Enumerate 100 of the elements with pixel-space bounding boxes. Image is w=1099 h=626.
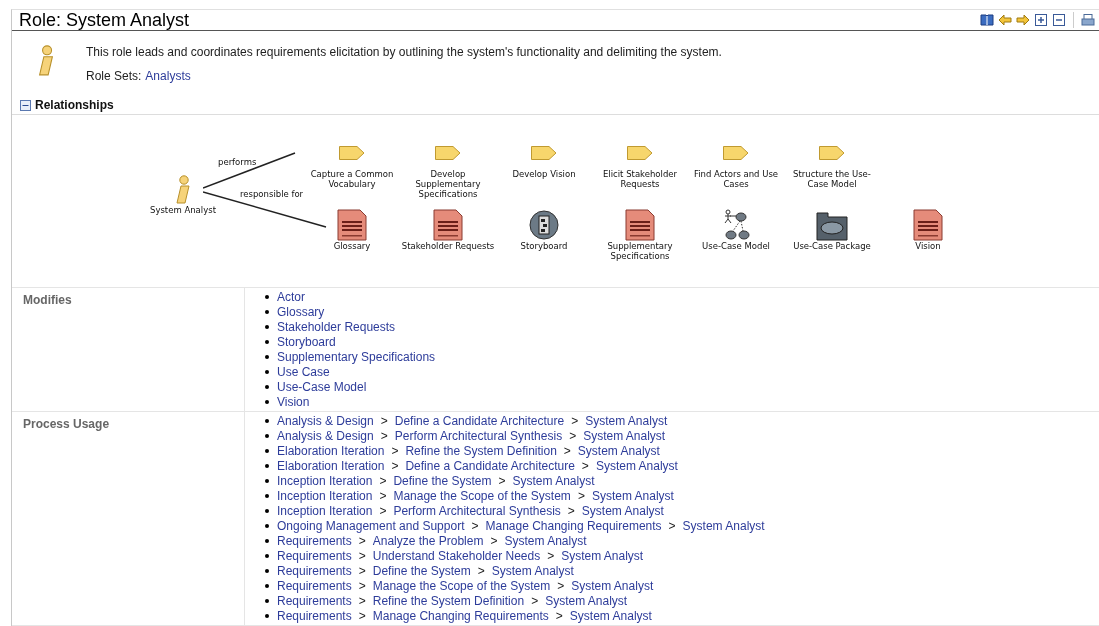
edge-label: performs [218, 157, 257, 167]
breadcrumb-link[interactable]: System Analyst [577, 443, 660, 458]
breadcrumb-link[interactable]: Analysis & Design [277, 428, 374, 443]
task-label[interactable]: Structure the Use-Case Model [784, 169, 880, 189]
bullet-icon [265, 354, 269, 359]
work-product-link[interactable]: Storyboard [277, 334, 336, 349]
breadcrumb-link[interactable]: System Analyst [595, 458, 678, 473]
bullet-icon [265, 384, 269, 389]
breadcrumb-link[interactable]: Inception Iteration [277, 488, 373, 503]
bullet-icon [265, 399, 269, 404]
task-label[interactable]: Find Actors and Use Cases [688, 169, 784, 189]
breadcrumb-link[interactable]: System Analyst [585, 413, 668, 428]
breadcrumb-link[interactable]: System Analyst [682, 518, 765, 533]
breadcrumb-separator: > [567, 503, 575, 518]
breadcrumb-separator: > [571, 413, 579, 428]
breadcrumb-separator: > [358, 548, 366, 563]
breadcrumb-separator: > [547, 548, 555, 563]
back-arrow-icon[interactable] [998, 13, 1012, 27]
breadcrumb-link[interactable]: Perform Architectural Synthesis [393, 503, 561, 518]
breadcrumb-link[interactable]: Manage the Scope of the System [393, 488, 571, 503]
document-icon[interactable] [912, 209, 944, 241]
breadcrumb-link[interactable]: System Analyst [504, 533, 587, 548]
collapse-all-icon[interactable] [1052, 13, 1066, 27]
breadcrumb-link[interactable]: Requirements [277, 593, 352, 608]
breadcrumb-link[interactable]: Understand Stakeholder Needs [372, 548, 541, 563]
task-icon[interactable] [435, 146, 461, 160]
breadcrumb-link[interactable]: Manage Changing Requirements [372, 608, 549, 623]
breadcrumb-separator: > [358, 608, 366, 623]
task-icon[interactable] [819, 146, 845, 160]
breadcrumb-link[interactable]: Define the System [372, 563, 471, 578]
breadcrumb-link[interactable]: System Analyst [561, 548, 644, 563]
collapse-icon[interactable] [20, 99, 31, 111]
breadcrumb-link[interactable]: Define the System [393, 473, 492, 488]
breadcrumb-link[interactable]: Refine the System Definition [372, 593, 525, 608]
bullet-icon [265, 433, 269, 438]
breadcrumb-link[interactable]: Requirements [277, 533, 352, 548]
work-product-link[interactable]: Supplementary Specifications [277, 349, 436, 364]
work-product-link[interactable]: Vision [277, 394, 310, 409]
breadcrumb-separator: > [569, 428, 577, 443]
breadcrumb-link[interactable]: Inception Iteration [277, 503, 373, 518]
breadcrumb-link[interactable]: Manage the Scope of the System [372, 578, 551, 593]
breadcrumb-link[interactable]: Requirements [277, 563, 352, 578]
task-label[interactable]: Capture a Common Vocabulary [304, 169, 400, 189]
breadcrumb-link[interactable]: Requirements [277, 548, 352, 563]
role-set-link[interactable]: Analysts [145, 69, 191, 83]
task-icon[interactable] [339, 146, 365, 160]
task-icon[interactable] [531, 146, 557, 160]
breadcrumb-link[interactable]: System Analyst [591, 488, 674, 503]
work-product-label[interactable]: Glossary [304, 241, 400, 251]
task-label[interactable]: Develop Supplementary Specifications [400, 169, 496, 199]
work-product-link[interactable]: Use Case [277, 364, 330, 379]
document-icon[interactable] [432, 209, 464, 241]
breadcrumb-separator: > [358, 593, 366, 608]
work-product-link[interactable]: Actor [277, 289, 305, 304]
breadcrumb-link[interactable]: System Analyst [581, 503, 664, 518]
breadcrumb-link[interactable]: Analyze the Problem [372, 533, 484, 548]
breadcrumb-separator: > [498, 473, 506, 488]
breadcrumb-link[interactable]: Manage Changing Requirements [485, 518, 662, 533]
breadcrumb-link[interactable]: Inception Iteration [277, 473, 373, 488]
work-product-label[interactable]: Storyboard [496, 241, 592, 251]
print-icon[interactable] [1081, 13, 1095, 27]
breadcrumb-link[interactable]: System Analyst [545, 593, 628, 608]
breadcrumb-link[interactable]: Elaboration Iteration [277, 443, 385, 458]
task-icon[interactable] [627, 146, 653, 160]
breadcrumb-link[interactable]: System Analyst [569, 608, 652, 623]
breadcrumb-link[interactable]: System Analyst [512, 473, 595, 488]
work-product-link[interactable]: Glossary [277, 304, 325, 319]
work-product-link[interactable]: Use-Case Model [277, 379, 367, 394]
package-icon[interactable] [816, 209, 848, 241]
storyboard-icon[interactable] [528, 209, 560, 241]
breadcrumb-link[interactable]: Perform Architectural Synthesis [394, 428, 563, 443]
task-label[interactable]: Elicit Stakeholder Requests [592, 169, 688, 189]
book-icon[interactable] [980, 13, 994, 27]
work-product-label[interactable]: Supplementary Specifications [592, 241, 688, 261]
document-icon[interactable] [624, 209, 656, 241]
work-product-label[interactable]: Use-Case Model [688, 241, 784, 251]
breadcrumb-link[interactable]: Requirements [277, 608, 352, 623]
work-product-label[interactable]: Vision [880, 241, 976, 251]
breadcrumb-link[interactable]: Ongoing Management and Support [277, 518, 465, 533]
work-product-label[interactable]: Use-Case Package [784, 241, 880, 251]
breadcrumb-link[interactable]: Define a Candidate Architecture [394, 413, 565, 428]
work-product-label[interactable]: Stakeholder Requests [400, 241, 496, 251]
breadcrumb-link[interactable]: Analysis & Design [277, 413, 374, 428]
task-icon[interactable] [723, 146, 749, 160]
breadcrumb-link[interactable]: Requirements [277, 578, 352, 593]
task-label[interactable]: Develop Vision [496, 169, 592, 179]
breadcrumb-link[interactable]: Refine the System Definition [405, 443, 557, 458]
breadcrumb-link[interactable]: System Analyst [571, 578, 654, 593]
breadcrumb-separator: > [358, 563, 366, 578]
forward-arrow-icon[interactable] [1016, 13, 1030, 27]
breadcrumb-separator: > [477, 563, 485, 578]
breadcrumb-link[interactable]: Define a Candidate Architecture [405, 458, 575, 473]
document-icon[interactable] [336, 209, 368, 241]
breadcrumb-link[interactable]: System Analyst [583, 428, 666, 443]
breadcrumb-link[interactable]: Elaboration Iteration [277, 458, 385, 473]
expand-all-icon[interactable] [1034, 13, 1048, 27]
work-product-link[interactable]: Stakeholder Requests [277, 319, 396, 334]
breadcrumb-separator: > [557, 578, 565, 593]
bullet-icon [265, 583, 269, 588]
breadcrumb-link[interactable]: System Analyst [491, 563, 574, 578]
